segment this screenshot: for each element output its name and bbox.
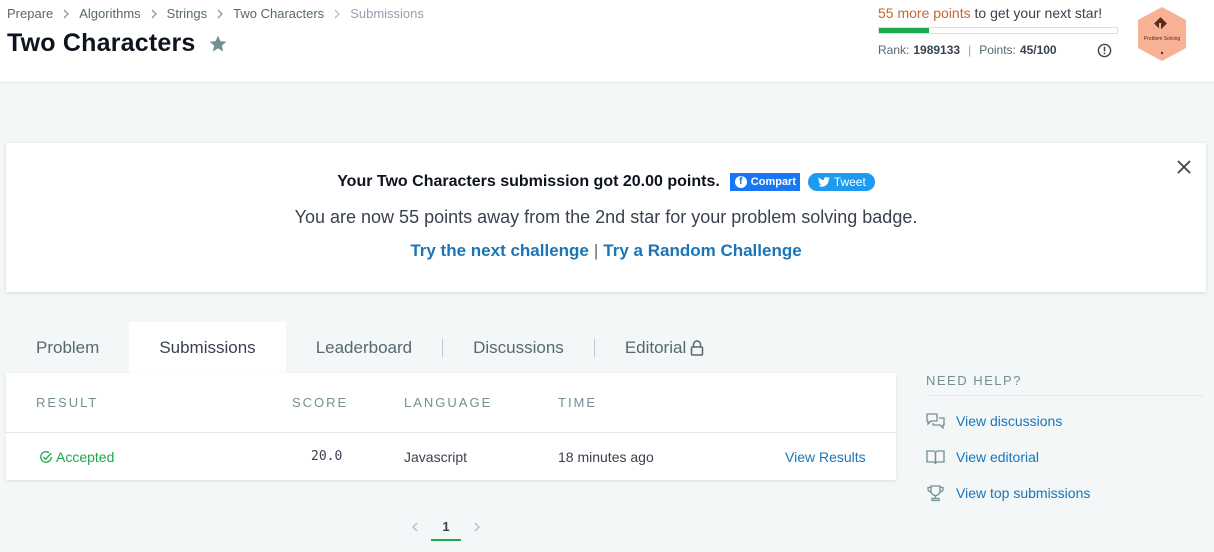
view-editorial-link[interactable]: View editorial — [926, 446, 1204, 468]
discussions-icon — [926, 413, 945, 429]
notice-headline: Your Two Characters submission got 20.00… — [6, 173, 1206, 191]
col-language: LANGUAGE — [404, 395, 493, 410]
progress-bar — [878, 27, 1118, 34]
progress-bar-fill — [879, 28, 929, 33]
chevron-right-icon — [149, 9, 159, 19]
points-label: Points: — [979, 43, 1016, 57]
chevron-right-icon — [215, 9, 225, 19]
problem-solving-badge[interactable]: Problem Solving — [1136, 6, 1188, 62]
lock-icon — [690, 339, 704, 356]
chevron-right-icon — [61, 9, 71, 19]
challenge-tabs: Problem Submissions Leaderboard Discussi… — [6, 322, 734, 373]
prev-page-button[interactable] — [405, 516, 425, 538]
view-results-link[interactable]: View Results — [785, 449, 866, 465]
tab-label: Submissions — [159, 337, 256, 357]
tweet-button[interactable]: Tweet — [807, 173, 875, 191]
twitter-bird-icon — [817, 177, 830, 187]
tab-editorial[interactable]: Editorial — [595, 322, 734, 373]
chevron-right-icon — [474, 522, 480, 532]
breadcrumb: Prepare Algorithms Strings Two Character… — [7, 6, 424, 21]
language-cell: Javascript — [404, 449, 468, 465]
tab-leaderboard[interactable]: Leaderboard — [286, 322, 442, 373]
chevron-left-icon — [412, 522, 418, 532]
breadcrumb-strings[interactable]: Strings — [167, 6, 207, 21]
next-star-text: 55 more points to get your next star! — [878, 5, 1120, 21]
help-item-label: View discussions — [956, 413, 1063, 429]
notice-actions: Try the next challenge | Try a Random Chal… — [6, 241, 1206, 261]
breadcrumb-prepare[interactable]: Prepare — [7, 6, 53, 21]
check-circle-icon — [40, 451, 52, 463]
breadcrumb-algorithms[interactable]: Algorithms — [79, 6, 140, 21]
rank-stats: Rank: 1989133 | Points: 45/100 — [878, 43, 1120, 57]
random-challenge-link[interactable]: Try a Random Challenge — [603, 241, 801, 260]
title-row: Two Characters — [7, 29, 228, 58]
view-top-submissions-link[interactable]: View top submissions — [926, 482, 1204, 504]
tab-discussions[interactable]: Discussions — [443, 322, 594, 373]
tweet-label: Tweet — [833, 175, 866, 189]
stats-divider: | — [968, 43, 972, 57]
table-row: Accepted 20.0 Javascript 18 minutes ago … — [6, 433, 896, 480]
more-points: 55 more points — [878, 5, 971, 21]
next-challenge-link[interactable]: Try the next challenge — [410, 241, 589, 260]
star-icon[interactable] — [208, 34, 228, 54]
info-icon[interactable] — [1097, 43, 1112, 58]
close-icon[interactable] — [1176, 159, 1192, 175]
breadcrumb-submissions: Submissions — [350, 6, 424, 21]
score-cell: 20.0 — [311, 449, 343, 464]
page-title: Two Characters — [7, 29, 196, 57]
facebook-share-label: Compart — [750, 176, 797, 188]
notice-separator: | — [593, 241, 599, 260]
result-value: Accepted — [56, 449, 115, 465]
rank-value: 1989133 — [913, 43, 961, 57]
need-help-title: NEED HELP? — [926, 373, 1204, 396]
badge-label: Problem Solving — [1143, 36, 1181, 42]
tab-label: Editorial — [624, 337, 687, 357]
tab-submissions[interactable]: Submissions — [129, 322, 286, 373]
notice-message: Your Two Characters submission got 20.00… — [337, 173, 720, 190]
col-time: TIME — [558, 395, 598, 410]
notice-sub-message: You are now 55 points away from the 2nd … — [294, 207, 918, 227]
book-icon — [926, 450, 945, 465]
facebook-icon: f — [734, 176, 747, 188]
need-help-panel: NEED HELP? View discussions View editori… — [926, 373, 1204, 504]
submission-notice: Your Two Characters submission got 20.00… — [6, 143, 1206, 292]
next-page-button[interactable] — [467, 516, 487, 538]
tab-label: Problem — [36, 337, 100, 357]
page-header: Prepare Algorithms Strings Two Character… — [0, 0, 1214, 83]
col-result: RESULT — [36, 395, 99, 410]
points-value: 45/100 — [1019, 43, 1057, 57]
col-score: SCORE — [292, 395, 349, 410]
facebook-share-button[interactable]: f Compart — [729, 173, 800, 191]
rank-label: Rank: — [878, 43, 910, 57]
tab-label: Leaderboard — [315, 337, 413, 357]
submissions-table: RESULT SCORE LANGUAGE TIME Accepted 20.0… — [6, 373, 896, 480]
breadcrumb-challenge[interactable]: Two Characters — [233, 6, 324, 21]
star-progress: 55 more points to get your next star! Ra… — [878, 5, 1120, 58]
chevron-right-icon — [332, 9, 342, 19]
pagination: 1 — [405, 513, 487, 541]
next-star-suffix: to get your next star! — [974, 5, 1103, 21]
table-header: RESULT SCORE LANGUAGE TIME — [6, 373, 896, 433]
page-number-current[interactable]: 1 — [431, 513, 461, 541]
trophy-icon — [927, 484, 944, 501]
tab-problem[interactable]: Problem — [6, 322, 129, 373]
help-item-label: View editorial — [956, 449, 1040, 465]
view-discussions-link[interactable]: View discussions — [926, 410, 1204, 432]
time-cell: 18 minutes ago — [558, 449, 654, 465]
help-item-label: View top submissions — [956, 485, 1091, 501]
tab-label: Discussions — [473, 337, 564, 357]
result-cell: Accepted — [39, 449, 114, 465]
